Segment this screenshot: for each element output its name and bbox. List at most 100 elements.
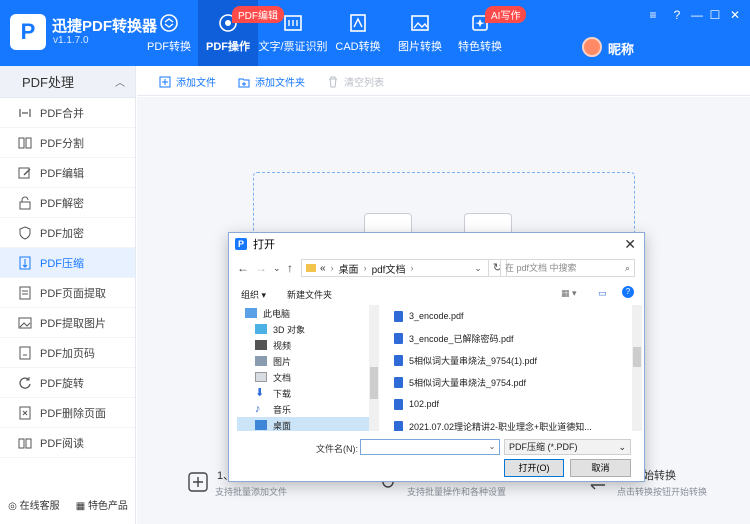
image-icon (18, 317, 32, 328)
tree-item-label: 图片 (273, 356, 292, 367)
dialog-titlebar: P 打开 (229, 233, 644, 255)
sidebar-item-extract-image[interactable]: PDF提取图片 (0, 308, 135, 338)
filename-dropdown-icon[interactable]: ⌄ (484, 439, 500, 455)
pdf-file-icon (394, 332, 403, 344)
computer-icon (245, 308, 257, 318)
address-dropdown-icon[interactable]: ⌄ (467, 259, 489, 277)
search-input[interactable]: 在 pdf文档 中搜索 ⌕ (500, 259, 635, 277)
image-icon (411, 15, 429, 31)
sidebar-item-merge[interactable]: PDF合并 (0, 98, 135, 128)
nav-image[interactable]: 图片转换 (392, 0, 448, 66)
sidebar-item-decrypt[interactable]: PDF解密 (0, 188, 135, 218)
address-bar[interactable]: « › 桌面 › pdf文档 › (301, 259, 489, 277)
cube-icon (255, 324, 267, 334)
tree-item-desktop[interactable]: 桌面 (237, 417, 379, 431)
cancel-button[interactable]: 取消 (570, 459, 631, 477)
sidebar-item-edit[interactable]: PDF编辑 (0, 158, 135, 188)
cad-icon (350, 14, 366, 32)
user-nickname[interactable]: 昵称 (608, 39, 634, 58)
tree-scrollbar[interactable] (369, 305, 379, 431)
sidebar-item-page-number[interactable]: PDF加页码 (0, 338, 135, 368)
file-name: 3_encode_已解除密码.pdf (409, 333, 514, 344)
sidebar-item-label: PDF旋转 (40, 377, 84, 390)
featured-products-link[interactable]: ▦ 特色产品 (76, 497, 128, 512)
open-button[interactable]: 打开(O) (504, 459, 564, 477)
sidebar-header[interactable]: PDF处理 ︿ (0, 66, 135, 98)
minimize-icon[interactable]: — (690, 8, 704, 22)
forward-arrow-icon[interactable]: → (255, 261, 267, 275)
tree-scroll-thumb[interactable] (370, 367, 378, 399)
path-segment-pdfdocs[interactable]: pdf文档 (372, 261, 406, 276)
close-icon[interactable]: ✕ (728, 8, 742, 22)
tree-item-label: 3D 对象 (273, 324, 306, 335)
sidebar-item-page-extract[interactable]: PDF页面提取 (0, 278, 135, 308)
back-arrow-icon[interactable]: ← (237, 261, 249, 275)
sidebar-item-rotate[interactable]: PDF旋转 (0, 368, 135, 398)
file-item[interactable]: 5相似词大量串烧法_9754(1).pdf (394, 349, 632, 371)
sidebar-item-label: PDF页面提取 (40, 287, 106, 300)
sidebar-item-label: PDF阅读 (40, 437, 84, 450)
sidebar: PDF处理 ︿ PDF合并 PDF分割 PDF编辑 PDF解密 PDF加密 PD… (0, 66, 136, 524)
file-list-scrollbar[interactable] (632, 305, 642, 431)
recent-dropdown-icon[interactable]: ⌄ (273, 263, 281, 274)
sidebar-item-delete-page[interactable]: PDF删除页面 (0, 398, 135, 428)
pdf-file-icon (394, 398, 403, 410)
preview-pane-icon[interactable]: ▭ (598, 288, 607, 299)
app-header: P 迅捷PDF转换器 v1.1.7.0 PDF转换 PDF操作 PDF编辑 文字… (0, 0, 750, 66)
online-service-label: 在线客服 (19, 501, 60, 512)
up-arrow-icon[interactable]: ↑ (287, 261, 293, 275)
file-item[interactable]: 5相似词大量串烧法_9754.pdf (394, 371, 632, 393)
nav-label: CAD转换 (335, 41, 381, 53)
nav-label: 图片转换 (398, 41, 442, 53)
rotate-icon (19, 376, 31, 389)
tree-item-pictures[interactable]: 图片 (237, 353, 379, 369)
tree-item-this-pc[interactable]: 此电脑 (237, 305, 379, 321)
music-icon: ♪ (255, 403, 261, 415)
tree-item-music[interactable]: ♪ 音乐 (237, 401, 379, 417)
file-item[interactable]: 3_encode.pdf (394, 305, 632, 327)
tree-item-downloads[interactable]: ⬇ 下载 (237, 385, 379, 401)
sidebar-item-compress[interactable]: PDF压缩 (0, 248, 135, 278)
sidebar-item-read[interactable]: PDF阅读 (0, 428, 135, 458)
path-overflow[interactable]: « (320, 263, 326, 274)
sidebar-item-label: PDF加密 (40, 227, 84, 240)
menu-icon[interactable]: ≡ (646, 8, 660, 22)
tree-item-3d[interactable]: 3D 对象 (237, 321, 379, 337)
tree-item-videos[interactable]: 视频 (237, 337, 379, 353)
tree-item-documents[interactable]: 文档 (237, 369, 379, 385)
filename-label: 文件名(N): (316, 444, 358, 454)
tree-item-label: 桌面 (273, 420, 292, 431)
file-item[interactable]: 3_encode_已解除密码.pdf (394, 327, 632, 349)
nav-pdf-convert[interactable]: PDF转换 (141, 0, 197, 66)
path-separator-icon: › (363, 263, 367, 273)
nav-ocr[interactable]: 文字/票证识别 (258, 0, 328, 66)
new-folder-button[interactable]: 新建文件夹 (287, 288, 332, 301)
sidebar-item-label: PDF加页码 (40, 347, 95, 360)
add-folder-button[interactable]: 添加文件夹 (238, 74, 305, 89)
sidebar-item-split[interactable]: PDF分割 (0, 128, 135, 158)
file-list: 3_encode.pdf 3_encode_已解除密码.pdf 5相似词大量串烧… (394, 305, 632, 431)
avatar[interactable] (582, 37, 602, 57)
filename-field[interactable] (360, 439, 500, 455)
ocr-icon (284, 15, 302, 31)
add-file-button[interactable]: 添加文件 (159, 74, 216, 89)
dialog-close-icon[interactable]: ✕ (624, 236, 636, 253)
maximize-icon[interactable]: ☐ (708, 8, 722, 22)
file-item[interactable]: 102.pdf (394, 393, 632, 415)
help-icon[interactable]: ? (622, 286, 634, 298)
nav-badge-ai: AI写作 (485, 6, 527, 23)
view-options-icon[interactable]: ▦ ▾ (561, 288, 577, 299)
sidebar-item-encrypt[interactable]: PDF加密 (0, 218, 135, 248)
nav-cad[interactable]: CAD转换 (330, 0, 386, 66)
organize-menu[interactable]: 组织 ▾ (241, 288, 266, 301)
file-item[interactable]: 2021.07.02理论精讲2-职业理念+职业道德知... (394, 415, 632, 431)
filetype-select[interactable]: PDF压缩 (*.PDF) ⌄ (504, 439, 631, 455)
app-version: v1.1.7.0 (53, 35, 89, 46)
path-segment-desktop[interactable]: 桌面 (339, 261, 359, 276)
file-list-scroll-thumb[interactable] (633, 347, 641, 367)
trash-icon (329, 76, 337, 87)
help-icon[interactable]: ? (670, 8, 684, 22)
online-service-link[interactable]: ◎ 在线客服 (8, 497, 60, 512)
sidebar-item-label: PDF分割 (40, 137, 84, 150)
clear-list-button[interactable]: 清空列表 (327, 74, 384, 89)
